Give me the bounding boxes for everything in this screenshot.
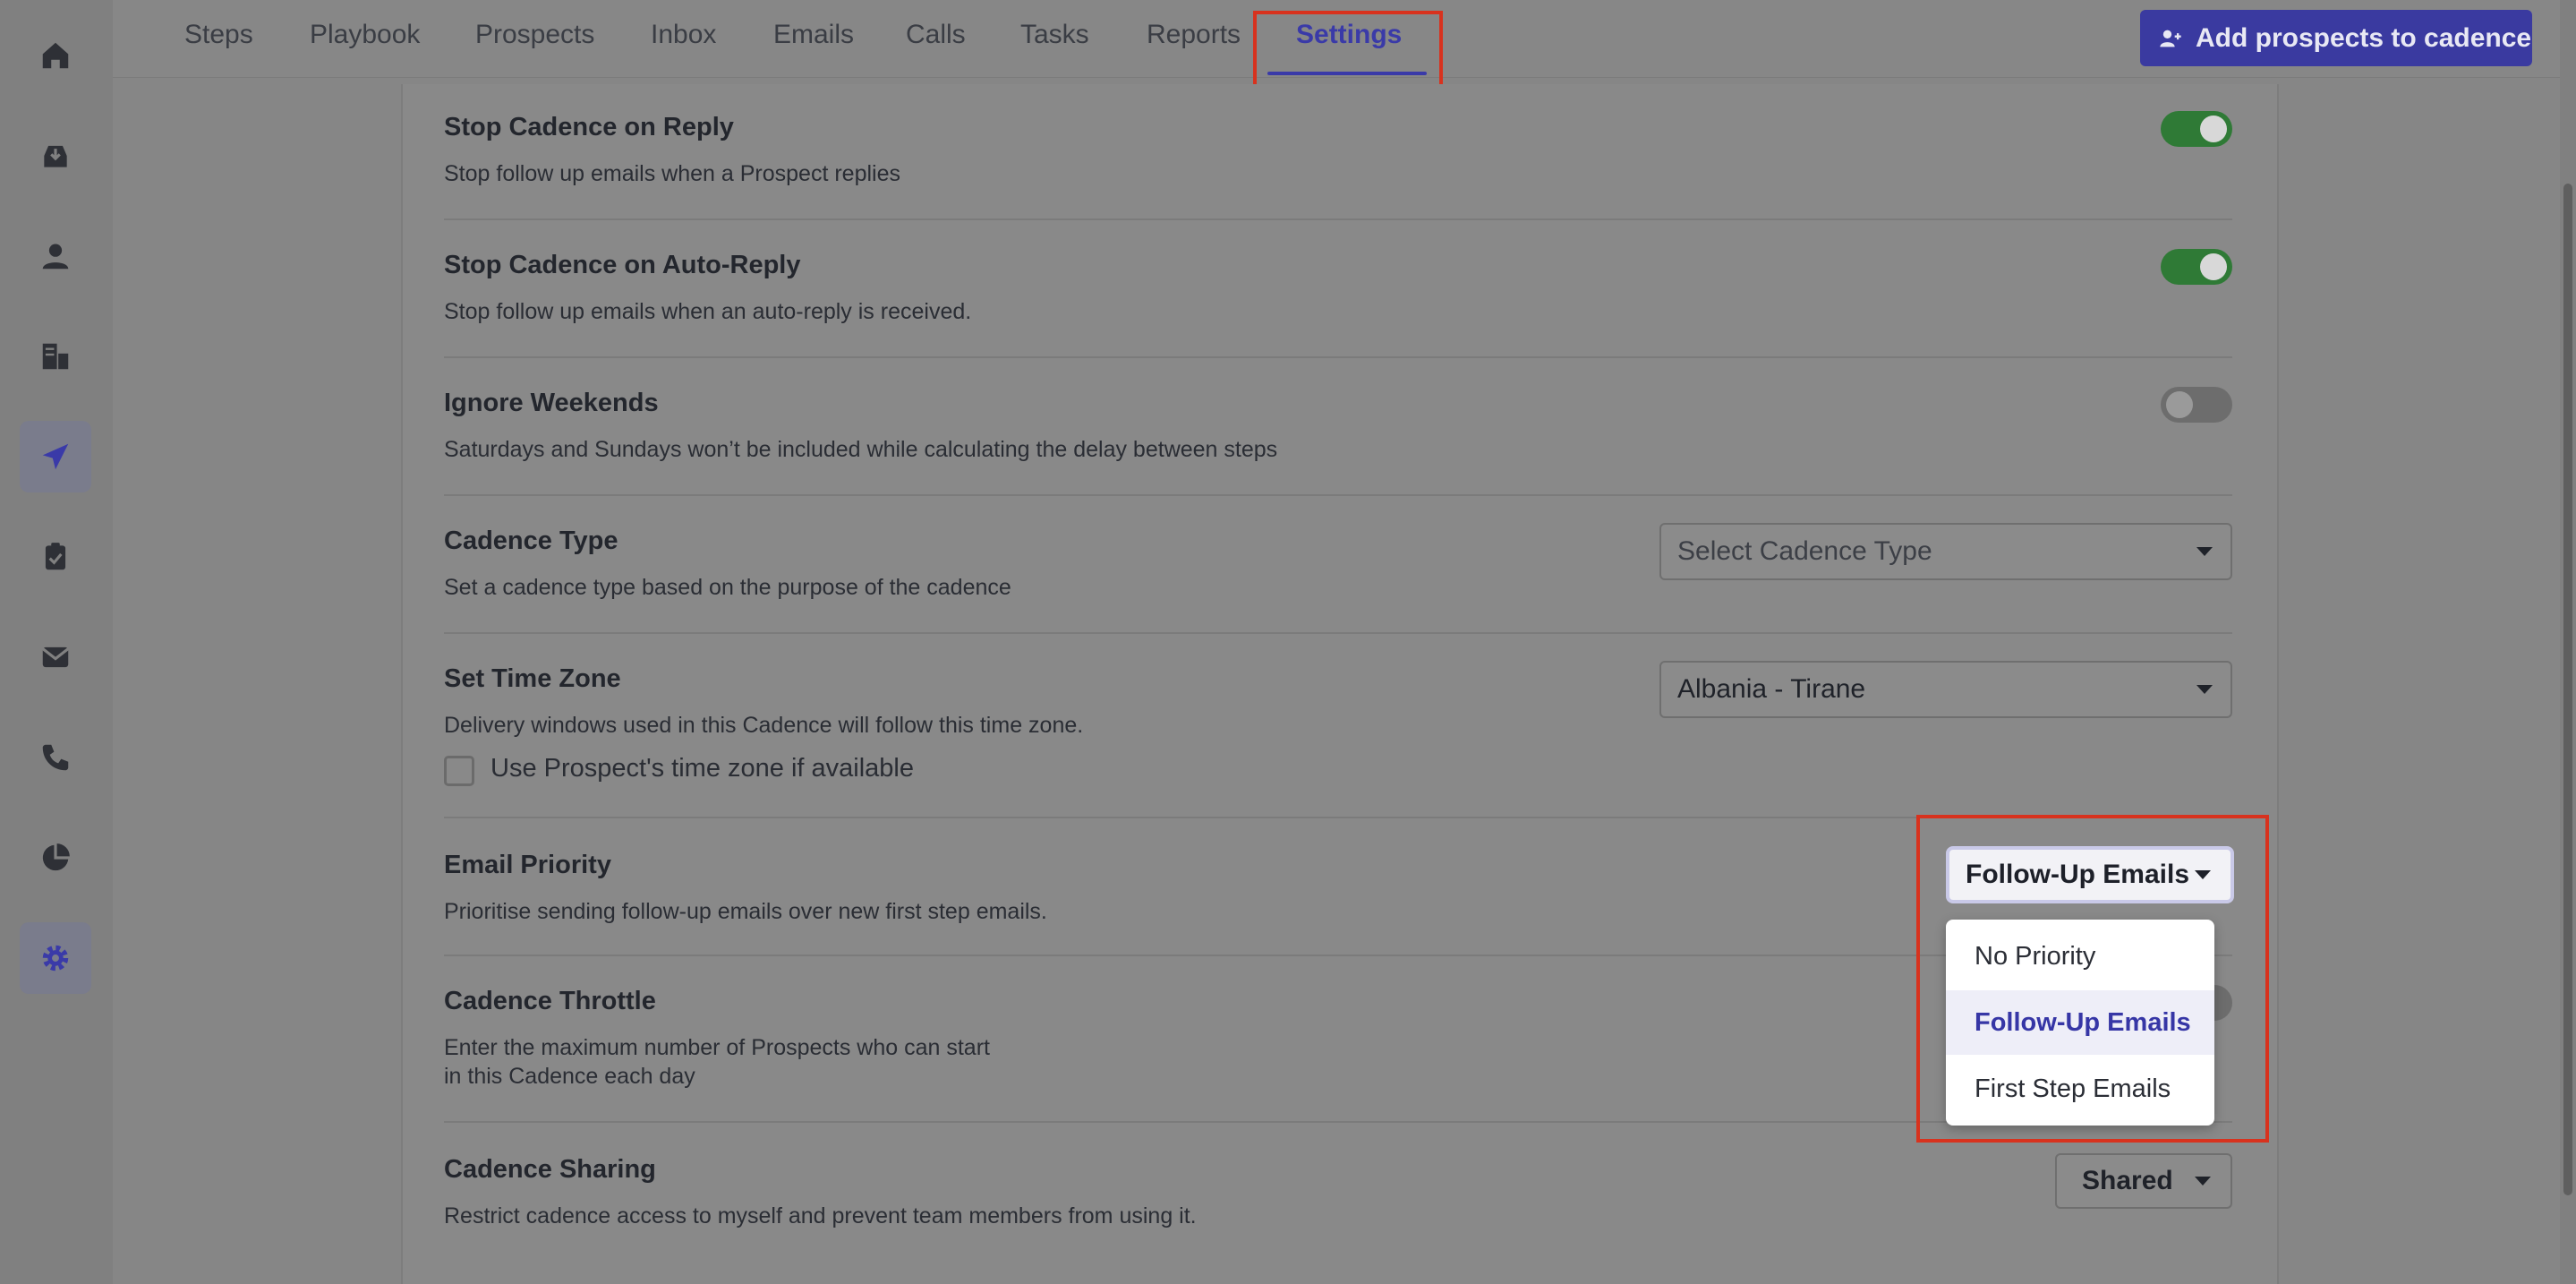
setting-description-line1: Enter the maximum number of Prospects wh… xyxy=(444,1035,990,1060)
add-prospects-label: Add prospects to cadence xyxy=(2196,22,2532,53)
scrollbar-thumb[interactable] xyxy=(2563,184,2572,1195)
prospect-timezone-checkbox[interactable] xyxy=(444,756,474,786)
setting-description: Prioritise sending follow-up emails over… xyxy=(444,899,1047,924)
setting-description: Saturdays and Sundays won’t be included … xyxy=(444,437,1278,462)
person-icon xyxy=(42,244,69,270)
setting-stop-on-auto-reply: Stop Cadence on Auto-Reply Stop follow u… xyxy=(444,220,2232,358)
phone-icon xyxy=(42,744,69,771)
caret-down-icon xyxy=(2196,547,2213,556)
setting-title: Stop Cadence on Auto-Reply xyxy=(444,251,801,279)
cadence-sharing-select[interactable]: Shared xyxy=(2055,1153,2232,1209)
nav-reports[interactable] xyxy=(20,822,91,894)
nav-inbox[interactable] xyxy=(20,120,91,192)
accounts-icon xyxy=(42,343,69,370)
clipboard-check-icon xyxy=(45,543,66,570)
tab-playbook[interactable]: Playbook xyxy=(310,20,420,50)
inbox-download-icon xyxy=(44,145,67,167)
setting-stop-on-reply: Stop Cadence on Reply Stop follow up ema… xyxy=(444,86,2232,220)
tab-prospects[interactable]: Prospects xyxy=(475,20,594,50)
setting-title: Cadence Type xyxy=(444,526,618,555)
nav-prospects[interactable] xyxy=(20,220,91,292)
tab-calls[interactable]: Calls xyxy=(906,20,966,50)
setting-title: Cadence Throttle xyxy=(444,987,656,1015)
sidebar xyxy=(0,0,113,1284)
home-icon xyxy=(42,42,69,69)
cadence-type-select[interactable]: Select Cadence Type xyxy=(1659,523,2232,580)
caret-down-icon xyxy=(2196,685,2213,694)
setting-cadence-sharing: Cadence Sharing Restrict cadence access … xyxy=(444,1123,2232,1284)
nav-mail[interactable] xyxy=(20,621,91,693)
stop-on-reply-toggle[interactable] xyxy=(2161,111,2232,147)
settings-tab-highlight xyxy=(1253,11,1443,88)
setting-cadence-type: Cadence Type Set a cadence type based on… xyxy=(444,496,2232,634)
setting-description: Delivery windows used in this Cadence wi… xyxy=(444,713,1084,738)
setting-description: Set a cadence type based on the purpose … xyxy=(444,575,1011,600)
nav-home[interactable] xyxy=(20,20,91,91)
cadence-type-placeholder: Select Cadence Type xyxy=(1677,536,1932,566)
nav-accounts[interactable] xyxy=(20,321,91,392)
email-priority-highlight xyxy=(1916,815,2269,1143)
nav-calls[interactable] xyxy=(20,722,91,793)
setting-description-line2: in this Cadence each day xyxy=(444,1064,695,1089)
gear-icon xyxy=(42,945,69,972)
setting-description: Restrict cadence access to myself and pr… xyxy=(444,1203,1197,1228)
pie-chart-icon xyxy=(42,843,70,871)
setting-title: Cadence Sharing xyxy=(444,1155,656,1184)
mail-icon xyxy=(41,646,70,668)
time-zone-select[interactable]: Albania - Tirane xyxy=(1659,661,2232,718)
cadence-sharing-value: Shared xyxy=(2082,1166,2173,1195)
setting-description: Stop follow up emails when a Prospect re… xyxy=(444,161,900,186)
setting-title: Stop Cadence on Reply xyxy=(444,113,734,141)
tab-emails[interactable]: Emails xyxy=(773,20,854,50)
setting-title: Email Priority xyxy=(444,851,611,879)
tab-steps[interactable]: Steps xyxy=(184,20,253,50)
nav-settings[interactable] xyxy=(20,922,91,994)
time-zone-value: Albania - Tirane xyxy=(1677,674,1866,704)
ignore-weekends-toggle[interactable] xyxy=(2161,387,2232,423)
add-prospects-button[interactable]: Add prospects to cadence xyxy=(2140,10,2532,66)
tab-tasks[interactable]: Tasks xyxy=(1020,20,1089,50)
setting-time-zone: Set Time Zone Delivery windows used in t… xyxy=(444,634,2232,818)
nav-cadences[interactable] xyxy=(20,421,91,492)
caret-down-icon xyxy=(2195,1177,2211,1186)
tab-reports[interactable]: Reports xyxy=(1147,20,1241,50)
nav-tasks[interactable] xyxy=(20,521,91,593)
setting-title: Set Time Zone xyxy=(444,664,621,693)
add-person-icon xyxy=(2160,30,2181,47)
tab-inbox[interactable]: Inbox xyxy=(651,20,716,50)
prospect-timezone-label[interactable]: Use Prospect's time zone if available xyxy=(490,754,914,783)
stop-on-auto-reply-toggle[interactable] xyxy=(2161,249,2232,285)
setting-ignore-weekends: Ignore Weekends Saturdays and Sundays wo… xyxy=(444,358,2232,496)
paper-plane-icon xyxy=(42,443,69,470)
setting-description: Stop follow up emails when an auto-reply… xyxy=(444,299,972,324)
setting-title: Ignore Weekends xyxy=(444,389,659,417)
